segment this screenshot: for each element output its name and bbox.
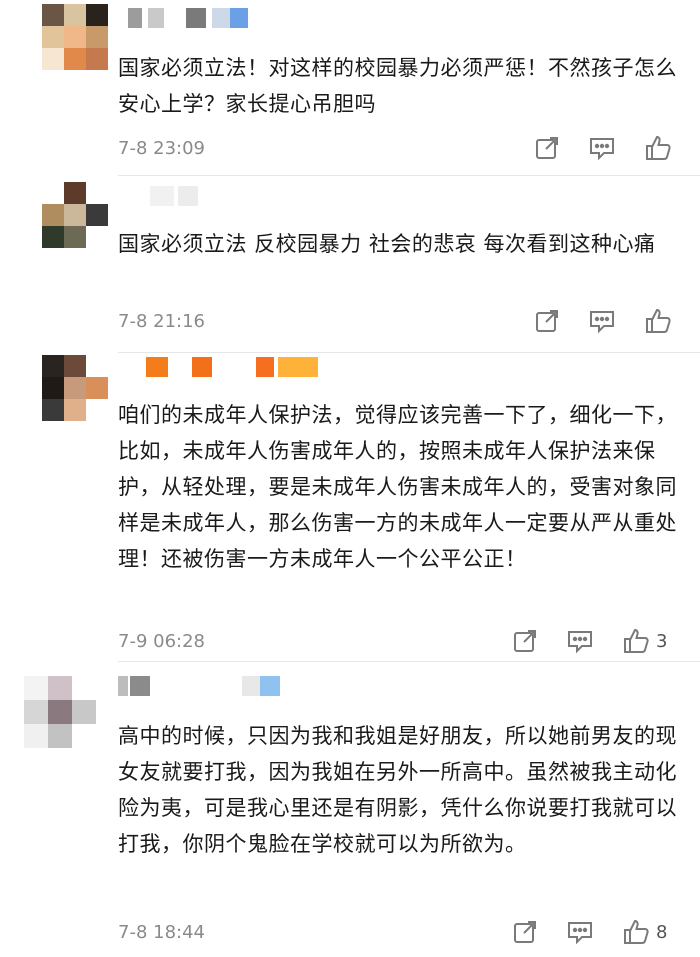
username[interactable] (150, 186, 198, 206)
username[interactable] (118, 676, 280, 696)
comment-actions: 8 (512, 918, 667, 946)
comment-text: 国家必须立法！对这样的校园暴力必须严惩！不然孩子怎么安心上学？家长提心吊胆吗 (118, 56, 677, 116)
comment-item: 咱们的未成年人保护法，觉得应该完善一下了，细化一下，比如，未成年人伤害成年人的，… (0, 353, 700, 661)
comment-item: 国家必须立法 反校园暴力 社会的悲哀 每次看到这种心痛 7-8 21:16 (0, 176, 700, 352)
comment-icon[interactable] (566, 628, 594, 654)
avatar[interactable] (42, 4, 108, 70)
comment-text: 高中的时候，只因为我和我姐是好朋友，所以她前男友的现女友就要打我，因为我姐在另外… (118, 724, 677, 856)
comment-text: 国家必须立法 反校园暴力 社会的悲哀 每次看到这种心痛 (118, 232, 656, 256)
avatar[interactable] (42, 355, 108, 421)
comment-item: 国家必须立法！对这样的校园暴力必须严惩！不然孩子怎么安心上学？家长提心吊胆吗 7… (0, 0, 700, 175)
thumbs-up-icon[interactable] (622, 918, 650, 946)
comment-actions (534, 134, 672, 162)
avatar[interactable] (42, 182, 108, 248)
comment-time: 7-8 18:44 (118, 922, 205, 943)
thumbs-up-icon[interactable] (622, 627, 650, 655)
thumbs-up-icon[interactable] (644, 307, 672, 335)
share-icon[interactable] (534, 308, 560, 334)
share-icon[interactable] (512, 919, 538, 945)
share-icon[interactable] (534, 135, 560, 161)
comment-icon[interactable] (588, 308, 616, 334)
comment-time: 7-8 21:16 (118, 311, 205, 332)
comment-item: 高中的时候，只因为我和我姐是好朋友，所以她前男友的现女友就要打我，因为我姐在另外… (0, 662, 700, 957)
comment-icon[interactable] (588, 135, 616, 161)
comment-time: 7-8 23:09 (118, 138, 205, 159)
comment-time: 7-9 06:28 (118, 631, 205, 652)
share-icon[interactable] (512, 628, 538, 654)
comment-icon[interactable] (566, 919, 594, 945)
comment-actions: 3 (512, 627, 667, 655)
thumbs-up-icon[interactable] (644, 134, 672, 162)
username[interactable] (128, 8, 248, 28)
avatar[interactable] (24, 676, 96, 748)
username[interactable] (146, 357, 318, 377)
like-count: 3 (656, 630, 668, 652)
comment-text: 咱们的未成年人保护法，觉得应该完善一下了，细化一下，比如，未成年人伤害成年人的，… (118, 403, 677, 571)
like-count: 8 (656, 921, 668, 943)
comment-actions (534, 307, 672, 335)
